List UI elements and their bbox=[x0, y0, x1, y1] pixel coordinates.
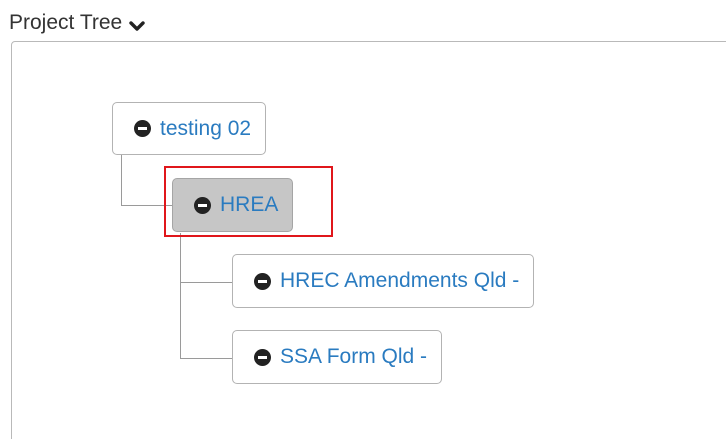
minus-circle-icon[interactable] bbox=[254, 348, 271, 366]
connector-root-horizontal bbox=[121, 205, 172, 206]
tree-node-hrea[interactable]: HREA bbox=[172, 178, 294, 232]
connector-child-horizontal-2 bbox=[180, 358, 232, 359]
minus-circle-icon[interactable] bbox=[134, 120, 151, 137]
connector-root-vertical bbox=[121, 154, 122, 206]
tree-node-ssa-form-qld[interactable]: SSA Form Qld - bbox=[232, 330, 443, 384]
project-tree-widget: Project Tree testing 02 HREA HREC Amendm… bbox=[0, 0, 726, 439]
chevron-down-icon[interactable] bbox=[129, 19, 145, 31]
minus-circle-icon[interactable] bbox=[194, 196, 211, 214]
tree-node-label[interactable]: SSA Form Qld - bbox=[280, 345, 427, 369]
connector-child-vertical bbox=[180, 233, 181, 359]
project-tree-header[interactable]: Project Tree bbox=[9, 8, 145, 38]
tree-node-testing-02[interactable]: testing 02 bbox=[112, 102, 267, 155]
minus-circle-icon[interactable] bbox=[254, 272, 271, 290]
tree-node-label[interactable]: testing 02 bbox=[160, 117, 251, 141]
tree-node-label[interactable]: HREC Amendments Qld - bbox=[280, 269, 519, 293]
panel-title: Project Tree bbox=[9, 11, 123, 34]
connector-child-horizontal-1 bbox=[180, 282, 232, 283]
tree-node-hrec-amendments-qld[interactable]: HREC Amendments Qld - bbox=[232, 254, 535, 308]
tree-node-label[interactable]: HREA bbox=[220, 193, 278, 217]
